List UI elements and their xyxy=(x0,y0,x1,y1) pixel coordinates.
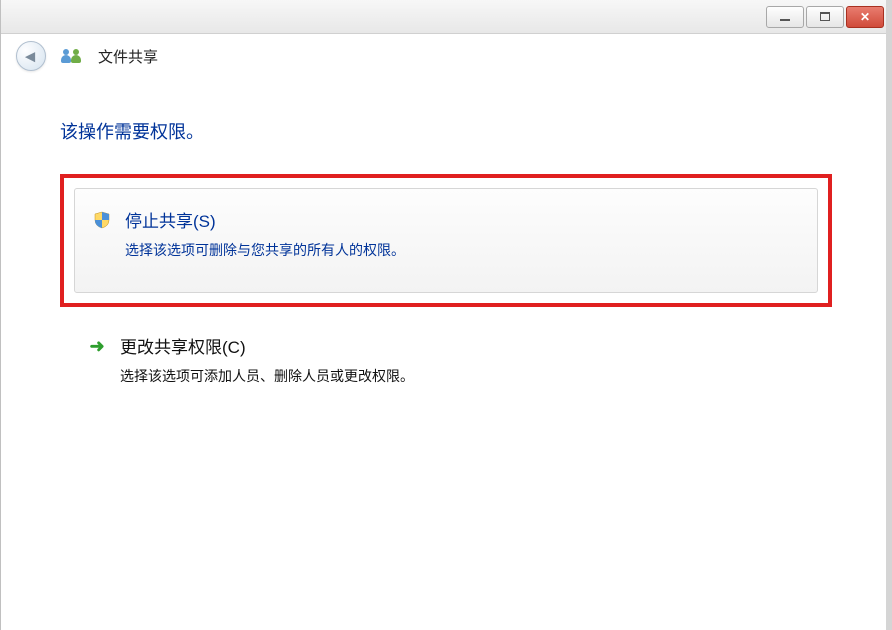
option-title: 更改共享权限(C) xyxy=(120,333,804,358)
back-arrow-icon: ◄ xyxy=(22,48,39,65)
maximize-icon xyxy=(820,12,830,21)
option-text: 更改共享权限(C) 选择该选项可添加人员、删除人员或更改权限。 xyxy=(120,333,804,386)
right-border xyxy=(886,0,892,630)
shield-icon xyxy=(93,211,111,229)
close-button[interactable]: ✕ xyxy=(846,6,884,28)
close-icon: ✕ xyxy=(860,10,870,24)
minimize-icon xyxy=(780,19,790,21)
people-share-icon xyxy=(61,45,83,67)
page-title: 文件共享 xyxy=(98,46,158,67)
highlight-box: 停止共享(S) 选择该选项可删除与您共享的所有人的权限。 xyxy=(60,174,832,307)
option-description: 选择该选项可删除与您共享的所有人的权限。 xyxy=(125,240,799,260)
maximize-button[interactable] xyxy=(806,6,844,28)
back-button[interactable]: ◄ xyxy=(16,41,46,71)
option-description: 选择该选项可添加人员、删除人员或更改权限。 xyxy=(120,366,804,386)
option-change-permissions[interactable]: ➜ 更改共享权限(C) 选择该选项可添加人员、删除人员或更改权限。 xyxy=(60,327,832,408)
option-stop-sharing[interactable]: 停止共享(S) 选择该选项可删除与您共享的所有人的权限。 xyxy=(74,188,818,293)
content-heading: 该操作需要权限。 xyxy=(60,118,832,144)
left-border xyxy=(0,0,1,630)
option-title: 停止共享(S) xyxy=(125,207,799,232)
content-area: 该操作需要权限。 停止共享(S) 选择该选项可删除与您共享的所有人的权限。 ➜ xyxy=(0,78,892,448)
header-row: ◄ 文件共享 xyxy=(0,34,892,78)
window-frame: ✕ ◄ 文件共享 该操作需要权限。 xyxy=(0,0,892,630)
option-text: 停止共享(S) 选择该选项可删除与您共享的所有人的权限。 xyxy=(125,207,799,260)
titlebar: ✕ xyxy=(0,0,892,34)
minimize-button[interactable] xyxy=(766,6,804,28)
arrow-right-icon: ➜ xyxy=(88,337,106,355)
